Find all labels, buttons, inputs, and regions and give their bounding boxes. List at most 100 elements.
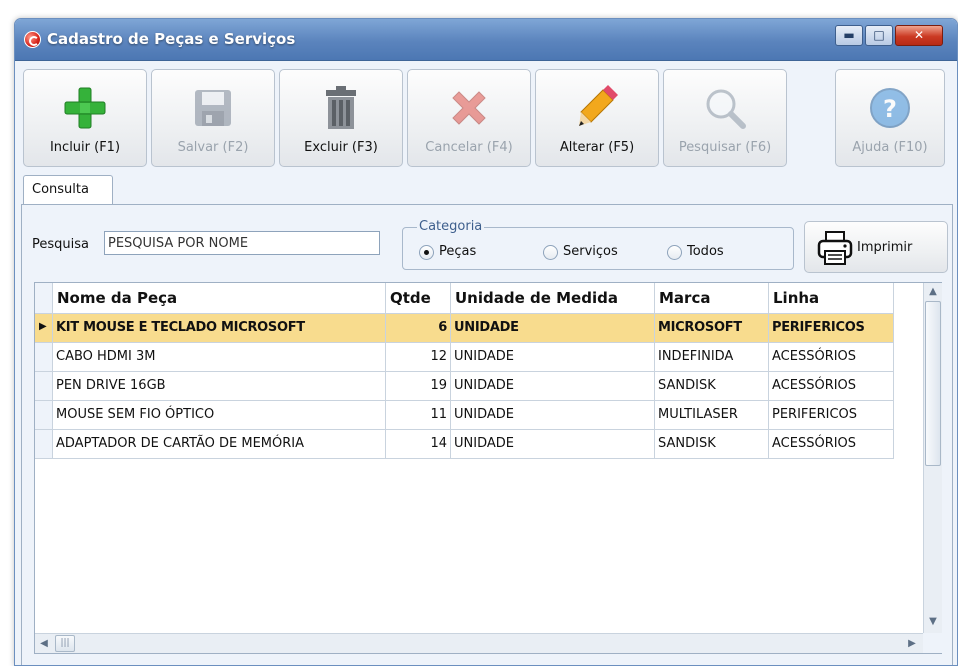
scroll-up-icon[interactable]: ▲	[924, 283, 942, 301]
radio-todos-label: Todos	[687, 244, 724, 259]
cell-marca[interactable]: MULTILASER	[655, 401, 769, 430]
cancel-x-icon	[452, 91, 486, 125]
horizontal-scroll-thumb[interactable]: |||	[55, 635, 75, 652]
tab-consulta[interactable]: Consulta	[23, 175, 113, 205]
cell-qtde[interactable]: 12	[386, 343, 451, 372]
cell-qtde[interactable]: 11	[386, 401, 451, 430]
minimize-button[interactable]: ▬	[835, 25, 863, 46]
consulta-panel: Pesquisa Categoria Peças Serviços Todos	[21, 204, 953, 665]
excluir-label: Excluir (F3)	[304, 140, 378, 155]
category-group: Categoria Peças Serviços Todos	[402, 219, 794, 270]
search-input[interactable]	[104, 231, 380, 255]
radio-todos[interactable]: Todos	[667, 244, 767, 262]
table-row[interactable]: PEN DRIVE 16GB 19 UNIDADE SANDISK ACESSÓ…	[35, 372, 923, 401]
radio-servicos-label: Serviços	[563, 244, 618, 259]
column-header-qtde[interactable]: Qtde	[386, 283, 451, 314]
cell-qtde[interactable]: 14	[386, 430, 451, 459]
cell-nome[interactable]: ADAPTADOR DE CARTÃO DE MEMÓRIA	[53, 430, 386, 459]
row-indicator	[35, 401, 53, 430]
radio-pecas-label: Peças	[439, 244, 477, 259]
row-indicator	[35, 343, 53, 372]
cell-nome[interactable]: MOUSE SEM FIO ÓPTICO	[53, 401, 386, 430]
cell-linha[interactable]: ACESSÓRIOS	[769, 343, 894, 372]
cancelar-label: Cancelar (F4)	[425, 140, 513, 155]
table-row[interactable]: MOUSE SEM FIO ÓPTICO 11 UNIDADE MULTILAS…	[35, 401, 923, 430]
cell-linha[interactable]: ACESSÓRIOS	[769, 372, 894, 401]
radio-servicos-dot	[543, 245, 558, 260]
salvar-button[interactable]: Salvar (F2)	[151, 69, 275, 167]
scrollbar-corner	[923, 633, 942, 653]
cell-marca[interactable]: SANDISK	[655, 430, 769, 459]
floppy-disk-icon	[195, 90, 231, 126]
row-indicator-icon: ▶	[35, 314, 53, 343]
table-row[interactable]: ▶ KIT MOUSE E TECLADO MICROSOFT 6 UNIDAD…	[35, 314, 923, 343]
search-label: Pesquisa	[32, 237, 89, 252]
scroll-down-icon[interactable]: ▼	[924, 613, 942, 631]
toolbar: Incluir (F1) Salvar (F2) Excluir (F3) Ca…	[15, 61, 957, 173]
salvar-label: Salvar (F2)	[177, 140, 249, 155]
cell-unidade[interactable]: UNIDADE	[451, 372, 655, 401]
cancelar-button[interactable]: Cancelar (F4)	[407, 69, 531, 167]
imprimir-button[interactable]: Imprimir	[804, 221, 948, 273]
cell-linha[interactable]: PERIFERICOS	[769, 314, 894, 343]
alterar-label: Alterar (F5)	[559, 140, 635, 155]
maximize-button[interactable]: □	[865, 25, 893, 46]
svg-text:?: ?	[883, 95, 897, 123]
table-header: Nome da Peça Qtde Unidade de Medida Marc…	[35, 283, 923, 314]
ajuda-button[interactable]: ? Ajuda (F10)	[835, 69, 945, 167]
imprimir-label: Imprimir	[857, 240, 913, 255]
cell-unidade[interactable]: UNIDADE	[451, 314, 655, 343]
column-header-nome[interactable]: Nome da Peça	[53, 283, 386, 314]
app-logo-icon	[24, 31, 41, 48]
cell-nome[interactable]: PEN DRIVE 16GB	[53, 372, 386, 401]
incluir-label: Incluir (F1)	[49, 140, 121, 155]
table-row[interactable]: ADAPTADOR DE CARTÃO DE MEMÓRIA 14 UNIDAD…	[35, 430, 923, 459]
cell-linha[interactable]: ACESSÓRIOS	[769, 430, 894, 459]
column-header-linha[interactable]: Linha	[769, 283, 894, 314]
cell-marca[interactable]: SANDISK	[655, 372, 769, 401]
radio-pecas-dot	[419, 245, 434, 260]
alterar-button[interactable]: Alterar (F5)	[535, 69, 659, 167]
cell-linha[interactable]: PERIFERICOS	[769, 401, 894, 430]
parts-table: Nome da Peça Qtde Unidade de Medida Marc…	[34, 282, 942, 654]
printer-icon	[817, 231, 853, 265]
tab-strip: Consulta	[15, 173, 957, 205]
scroll-right-icon[interactable]: ▶	[903, 635, 921, 653]
category-legend: Categoria	[417, 219, 485, 234]
horizontal-scrollbar[interactable]: ◀ ||| ▶	[35, 633, 923, 653]
window-title: Cadastro de Peças e Serviços	[47, 30, 296, 48]
cell-qtde[interactable]: 19	[386, 372, 451, 401]
plus-icon	[64, 87, 106, 129]
close-button[interactable]: ✕	[895, 25, 943, 46]
cell-nome[interactable]: KIT MOUSE E TECLADO MICROSOFT	[53, 314, 386, 343]
cell-unidade[interactable]: UNIDADE	[451, 430, 655, 459]
pesquisar-button[interactable]: Pesquisar (F6)	[663, 69, 787, 167]
row-indicator	[35, 430, 53, 459]
vertical-scroll-thumb[interactable]	[925, 301, 941, 466]
radio-pecas[interactable]: Peças	[419, 244, 519, 262]
pencil-icon	[579, 85, 618, 126]
row-indicator	[35, 372, 53, 401]
title-bar[interactable]: Cadastro de Peças e Serviços ▬ □ ✕	[15, 19, 957, 61]
header-indicator	[35, 283, 53, 314]
help-icon: ?	[870, 88, 910, 128]
cell-marca[interactable]: INDEFINIDA	[655, 343, 769, 372]
table-row[interactable]: CABO HDMI 3M 12 UNIDADE INDEFINIDA ACESS…	[35, 343, 923, 372]
cell-unidade[interactable]: UNIDADE	[451, 401, 655, 430]
scroll-left-icon[interactable]: ◀	[35, 635, 53, 653]
cell-unidade[interactable]: UNIDADE	[451, 343, 655, 372]
column-header-marca[interactable]: Marca	[655, 283, 769, 314]
main-window: Cadastro de Peças e Serviços ▬ □ ✕ Inclu…	[14, 18, 958, 666]
cell-qtde[interactable]: 6	[386, 314, 451, 343]
trash-icon	[326, 86, 356, 129]
cell-marca[interactable]: MICROSOFT	[655, 314, 769, 343]
magnifier-icon	[706, 89, 746, 129]
excluir-button[interactable]: Excluir (F3)	[279, 69, 403, 167]
vertical-scrollbar[interactable]: ▲ ▼	[923, 283, 942, 633]
cell-nome[interactable]: CABO HDMI 3M	[53, 343, 386, 372]
radio-servicos[interactable]: Serviços	[543, 244, 653, 262]
radio-todos-dot	[667, 245, 682, 260]
column-header-unidade[interactable]: Unidade de Medida	[451, 283, 655, 314]
incluir-button[interactable]: Incluir (F1)	[23, 69, 147, 167]
pesquisar-label: Pesquisar (F6)	[678, 140, 772, 155]
